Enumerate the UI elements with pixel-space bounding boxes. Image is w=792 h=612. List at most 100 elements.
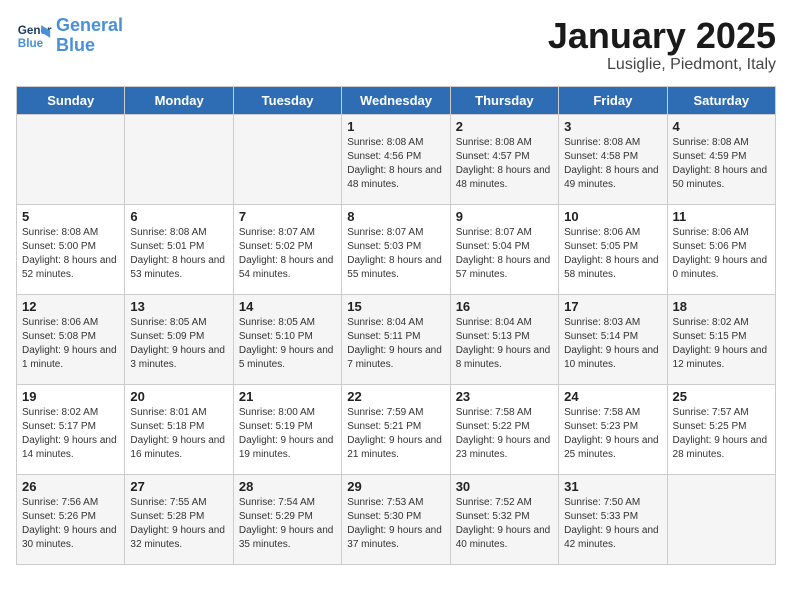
day-info: Sunrise: 8:02 AM Sunset: 5:15 PM Dayligh… xyxy=(673,316,770,372)
day-info: Sunrise: 7:57 AM Sunset: 5:25 PM Dayligh… xyxy=(673,406,770,462)
day-number: 22 xyxy=(347,389,444,404)
calendar-cell xyxy=(233,114,341,204)
calendar-cell: 9 Sunrise: 8:07 AM Sunset: 5:04 PM Daylig… xyxy=(450,204,558,294)
calendar-cell: 12 Sunrise: 8:06 AM Sunset: 5:08 PM Dayli… xyxy=(17,294,125,384)
calendar-cell: 11Sunrise: 8:06 AM Sunset: 5:06 PM Dayli… xyxy=(667,204,775,294)
day-number: 12 xyxy=(22,299,119,314)
calendar-cell: 29Sunrise: 7:53 AM Sunset: 5:30 PM Dayli… xyxy=(342,474,450,564)
day-number: 28 xyxy=(239,479,336,494)
day-info: Sunrise: 8:06 AM Sunset: 5:05 PM Dayligh… xyxy=(564,226,661,282)
day-info: Sunrise: 8:08 AM Sunset: 4:57 PM Dayligh… xyxy=(456,136,553,192)
day-number: 18 xyxy=(673,299,770,314)
day-info: Sunrise: 8:08 AM Sunset: 4:58 PM Dayligh… xyxy=(564,136,661,192)
weekday-row: SundayMondayTuesdayWednesdayThursdayFrid… xyxy=(17,86,776,114)
calendar-week-5: 26 Sunrise: 7:56 AM Sunset: 5:26 PM Dayli… xyxy=(17,474,776,564)
day-info: Sunrise: 8:05 AM Sunset: 5:09 PM Dayligh… xyxy=(130,316,227,372)
day-info: Sunrise: 7:50 AM Sunset: 5:33 PM Dayligh… xyxy=(564,496,661,552)
calendar-cell: 3 Sunrise: 8:08 AM Sunset: 4:58 PM Daylig… xyxy=(559,114,667,204)
weekday-header-tuesday: Tuesday xyxy=(233,86,341,114)
calendar-cell: 24 Sunrise: 7:58 AM Sunset: 5:23 PM Dayli… xyxy=(559,384,667,474)
day-number: 14 xyxy=(239,299,336,314)
day-number: 3 xyxy=(564,119,661,134)
day-number: 1 xyxy=(347,119,444,134)
calendar-title: January 2025 xyxy=(548,16,776,56)
calendar-cell: 23 Sunrise: 7:58 AM Sunset: 5:22 PM Dayli… xyxy=(450,384,558,474)
day-info: Sunrise: 8:06 AM Sunset: 5:08 PM Dayligh… xyxy=(22,316,119,372)
calendar-table: SundayMondayTuesdayWednesdayThursdayFrid… xyxy=(16,86,776,565)
day-number: 10 xyxy=(564,209,661,224)
day-number: 15 xyxy=(347,299,444,314)
day-number: 9 xyxy=(456,209,553,224)
weekday-header-friday: Friday xyxy=(559,86,667,114)
day-number: 7 xyxy=(239,209,336,224)
calendar-cell: 14Sunrise: 8:05 AM Sunset: 5:10 PM Dayli… xyxy=(233,294,341,384)
calendar-header: SundayMondayTuesdayWednesdayThursdayFrid… xyxy=(17,86,776,114)
calendar-cell: 16Sunrise: 8:04 AM Sunset: 5:13 PM Dayli… xyxy=(450,294,558,384)
day-number: 17 xyxy=(564,299,661,314)
calendar-cell: 8Sunrise: 8:07 AM Sunset: 5:03 PM Daylig… xyxy=(342,204,450,294)
day-number: 24 xyxy=(564,389,661,404)
calendar-cell: 27Sunrise: 7:55 AM Sunset: 5:28 PM Dayli… xyxy=(125,474,233,564)
calendar-cell: 15 Sunrise: 8:04 AM Sunset: 5:11 PM Dayli… xyxy=(342,294,450,384)
calendar-cell: 1 Sunrise: 8:08 AM Sunset: 4:56 PM Daylig… xyxy=(342,114,450,204)
day-number: 16 xyxy=(456,299,553,314)
calendar-cell: 25 Sunrise: 7:57 AM Sunset: 5:25 PM Dayli… xyxy=(667,384,775,474)
calendar-cell: 21 Sunrise: 8:00 AM Sunset: 5:19 PM Dayli… xyxy=(233,384,341,474)
calendar-week-4: 19Sunrise: 8:02 AM Sunset: 5:17 PM Dayli… xyxy=(17,384,776,474)
calendar-cell: 19Sunrise: 8:02 AM Sunset: 5:17 PM Dayli… xyxy=(17,384,125,474)
day-info: Sunrise: 7:59 AM Sunset: 5:21 PM Dayligh… xyxy=(347,406,444,462)
day-number: 21 xyxy=(239,389,336,404)
day-number: 4 xyxy=(673,119,770,134)
weekday-header-sunday: Sunday xyxy=(17,86,125,114)
day-number: 5 xyxy=(22,209,119,224)
calendar-cell: 6 Sunrise: 8:08 AM Sunset: 5:01 PM Daylig… xyxy=(125,204,233,294)
calendar-week-2: 5 Sunrise: 8:08 AM Sunset: 5:00 PM Daylig… xyxy=(17,204,776,294)
weekday-header-saturday: Saturday xyxy=(667,86,775,114)
calendar-week-1: 1 Sunrise: 8:08 AM Sunset: 4:56 PM Daylig… xyxy=(17,114,776,204)
day-number: 11 xyxy=(673,209,770,224)
day-info: Sunrise: 8:08 AM Sunset: 4:56 PM Dayligh… xyxy=(347,136,444,192)
calendar-cell: 20Sunrise: 8:01 AM Sunset: 5:18 PM Dayli… xyxy=(125,384,233,474)
weekday-header-wednesday: Wednesday xyxy=(342,86,450,114)
day-number: 29 xyxy=(347,479,444,494)
calendar-cell: 30 Sunrise: 7:52 AM Sunset: 5:32 PM Dayli… xyxy=(450,474,558,564)
day-number: 8 xyxy=(347,209,444,224)
calendar-body: 1 Sunrise: 8:08 AM Sunset: 4:56 PM Daylig… xyxy=(17,114,776,564)
weekday-header-thursday: Thursday xyxy=(450,86,558,114)
logo-text-line1: General xyxy=(56,16,123,36)
calendar-cell: 18 Sunrise: 8:02 AM Sunset: 5:15 PM Dayli… xyxy=(667,294,775,384)
logo-icon: General Blue xyxy=(16,18,52,54)
day-info: Sunrise: 7:52 AM Sunset: 5:32 PM Dayligh… xyxy=(456,496,553,552)
day-number: 30 xyxy=(456,479,553,494)
day-info: Sunrise: 7:58 AM Sunset: 5:23 PM Dayligh… xyxy=(564,406,661,462)
calendar-cell: 7 Sunrise: 8:07 AM Sunset: 5:02 PM Daylig… xyxy=(233,204,341,294)
day-info: Sunrise: 8:04 AM Sunset: 5:11 PM Dayligh… xyxy=(347,316,444,372)
logo: General Blue General Blue xyxy=(16,16,123,56)
day-info: Sunrise: 8:08 AM Sunset: 5:00 PM Dayligh… xyxy=(22,226,119,282)
calendar-cell: 31Sunrise: 7:50 AM Sunset: 5:33 PM Dayli… xyxy=(559,474,667,564)
day-info: Sunrise: 7:58 AM Sunset: 5:22 PM Dayligh… xyxy=(456,406,553,462)
calendar-cell: 5 Sunrise: 8:08 AM Sunset: 5:00 PM Daylig… xyxy=(17,204,125,294)
day-info: Sunrise: 8:08 AM Sunset: 5:01 PM Dayligh… xyxy=(130,226,227,282)
day-info: Sunrise: 8:07 AM Sunset: 5:02 PM Dayligh… xyxy=(239,226,336,282)
calendar-cell: 13Sunrise: 8:05 AM Sunset: 5:09 PM Dayli… xyxy=(125,294,233,384)
day-number: 23 xyxy=(456,389,553,404)
day-number: 26 xyxy=(22,479,119,494)
logo-text-line2: Blue xyxy=(56,36,123,56)
day-info: Sunrise: 7:56 AM Sunset: 5:26 PM Dayligh… xyxy=(22,496,119,552)
calendar-week-3: 12 Sunrise: 8:06 AM Sunset: 5:08 PM Dayli… xyxy=(17,294,776,384)
calendar-cell: 10 Sunrise: 8:06 AM Sunset: 5:05 PM Dayli… xyxy=(559,204,667,294)
day-number: 19 xyxy=(22,389,119,404)
calendar-cell: 26 Sunrise: 7:56 AM Sunset: 5:26 PM Dayli… xyxy=(17,474,125,564)
day-info: Sunrise: 8:00 AM Sunset: 5:19 PM Dayligh… xyxy=(239,406,336,462)
page-header: General Blue General Blue January 2025 L… xyxy=(16,16,776,74)
day-number: 6 xyxy=(130,209,227,224)
day-number: 25 xyxy=(673,389,770,404)
calendar-cell: 2Sunrise: 8:08 AM Sunset: 4:57 PM Daylig… xyxy=(450,114,558,204)
calendar-cell: 22 Sunrise: 7:59 AM Sunset: 5:21 PM Dayli… xyxy=(342,384,450,474)
day-info: Sunrise: 8:08 AM Sunset: 4:59 PM Dayligh… xyxy=(673,136,770,192)
svg-text:Blue: Blue xyxy=(18,37,44,50)
day-info: Sunrise: 8:07 AM Sunset: 5:04 PM Dayligh… xyxy=(456,226,553,282)
calendar-subtitle: Lusiglie, Piedmont, Italy xyxy=(548,56,776,74)
weekday-header-monday: Monday xyxy=(125,86,233,114)
